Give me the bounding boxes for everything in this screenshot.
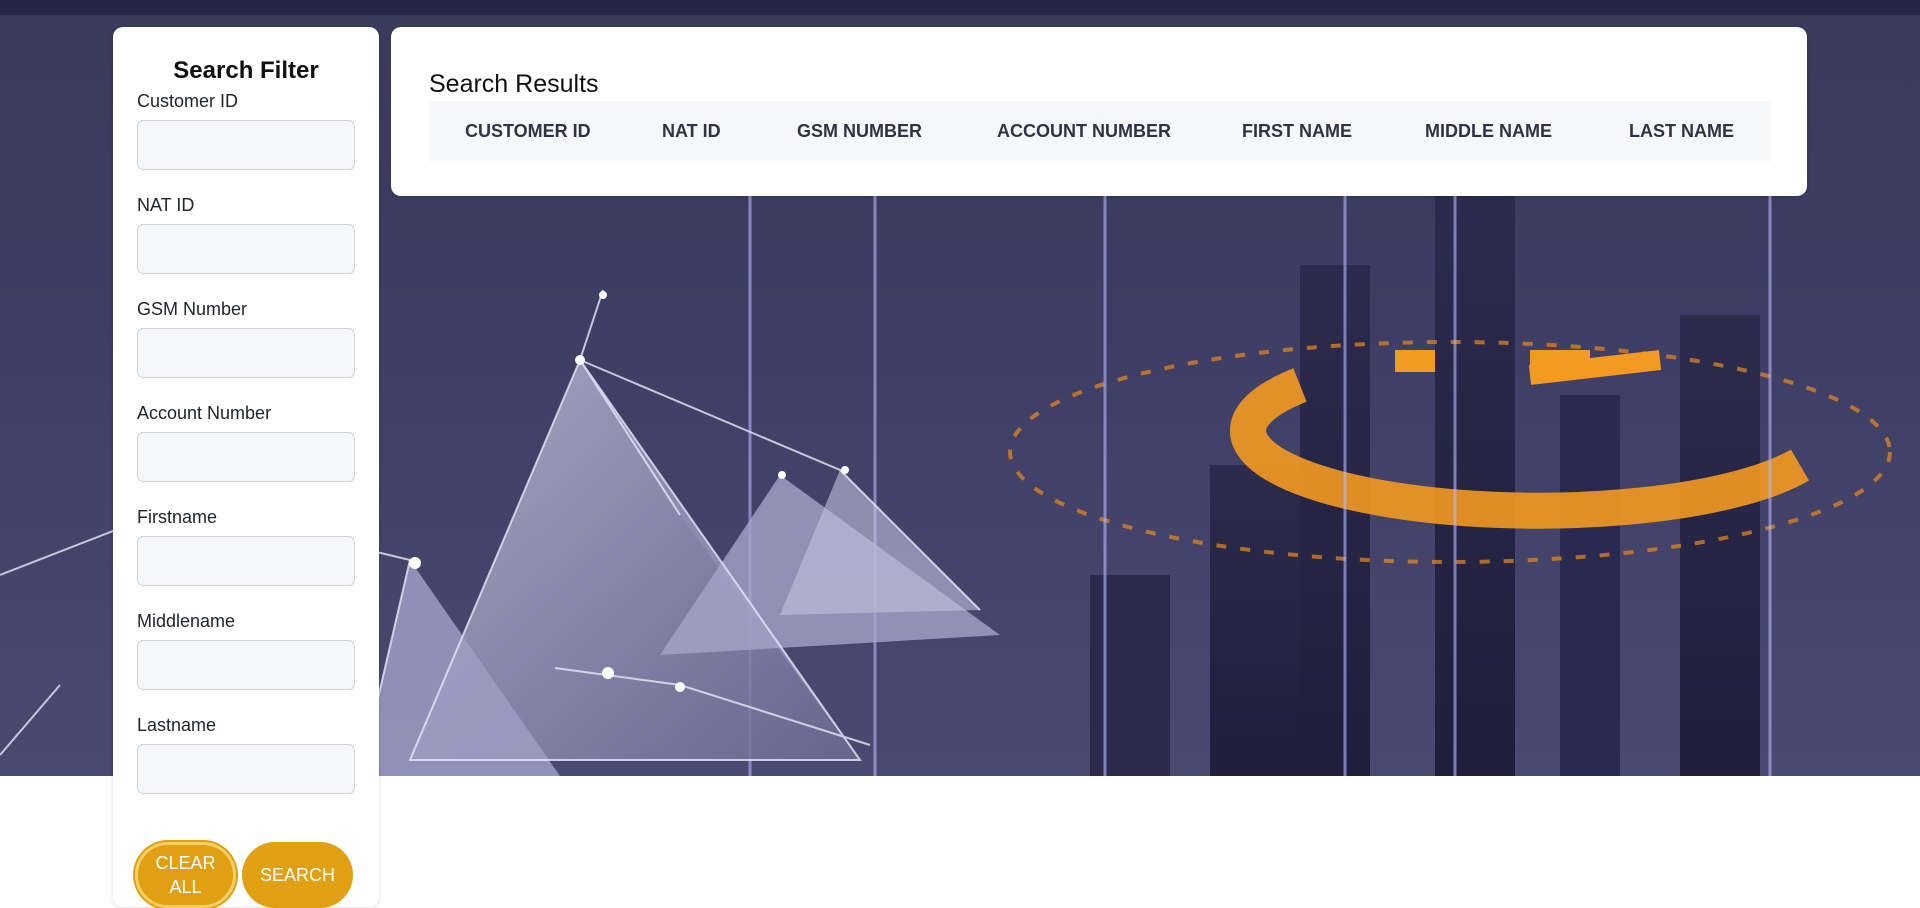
gsm-number-field: GSM Number [137,298,355,378]
lastname-label: Lastname [137,715,217,735]
search-filter-panel: Search Filter Customer ID NAT ID GSM Num… [113,27,379,908]
results-table-header: CUSTOMER ID NAT ID GSM NUMBER ACCOUNT NU… [429,101,1771,161]
results-title: Search Results [429,70,599,98]
gsm-number-input[interactable] [137,328,355,378]
nat-id-label: NAT ID [137,195,195,215]
search-label: SEARCH [259,865,335,885]
search-button[interactable]: SEARCH [242,842,353,908]
middlename-field: Middlename [137,610,355,690]
lastname-field: Lastname [137,714,355,794]
customer-id-label: Customer ID [137,91,239,111]
middlename-label: Middlename [137,611,236,631]
gsm-number-label: GSM Number [137,299,248,319]
customer-id-input[interactable] [137,120,355,170]
firstname-input[interactable] [137,536,355,586]
clear-all-label: CLEAR ALL [155,853,216,897]
account-number-input[interactable] [137,432,355,482]
filter-title: Search Filter [173,57,319,84]
firstname-label: Firstname [137,507,218,527]
search-results-panel: Search Results CUSTOMER ID NAT ID GSM NU… [391,27,1807,196]
account-number-label: Account Number [137,403,272,423]
top-navbar [0,0,1920,15]
column-header-first-name[interactable]: FIRST NAME [1242,101,1352,161]
nat-id-field: NAT ID [137,194,355,274]
lastname-input[interactable] [137,744,355,794]
customer-id-field: Customer ID [137,90,355,170]
column-header-nat-id[interactable]: NAT ID [662,101,721,161]
middlename-input[interactable] [137,640,355,690]
column-header-account-number[interactable]: ACCOUNT NUMBER [997,101,1171,161]
column-header-middle-name[interactable]: MIDDLE NAME [1425,101,1552,161]
clear-all-button[interactable]: CLEAR ALL [135,842,236,908]
column-header-gsm-number[interactable]: GSM NUMBER [797,101,922,161]
column-header-last-name[interactable]: LAST NAME [1629,101,1734,161]
column-header-customer-id[interactable]: CUSTOMER ID [465,101,591,161]
account-number-field: Account Number [137,402,355,482]
firstname-field: Firstname [137,506,355,586]
nat-id-input[interactable] [137,224,355,274]
